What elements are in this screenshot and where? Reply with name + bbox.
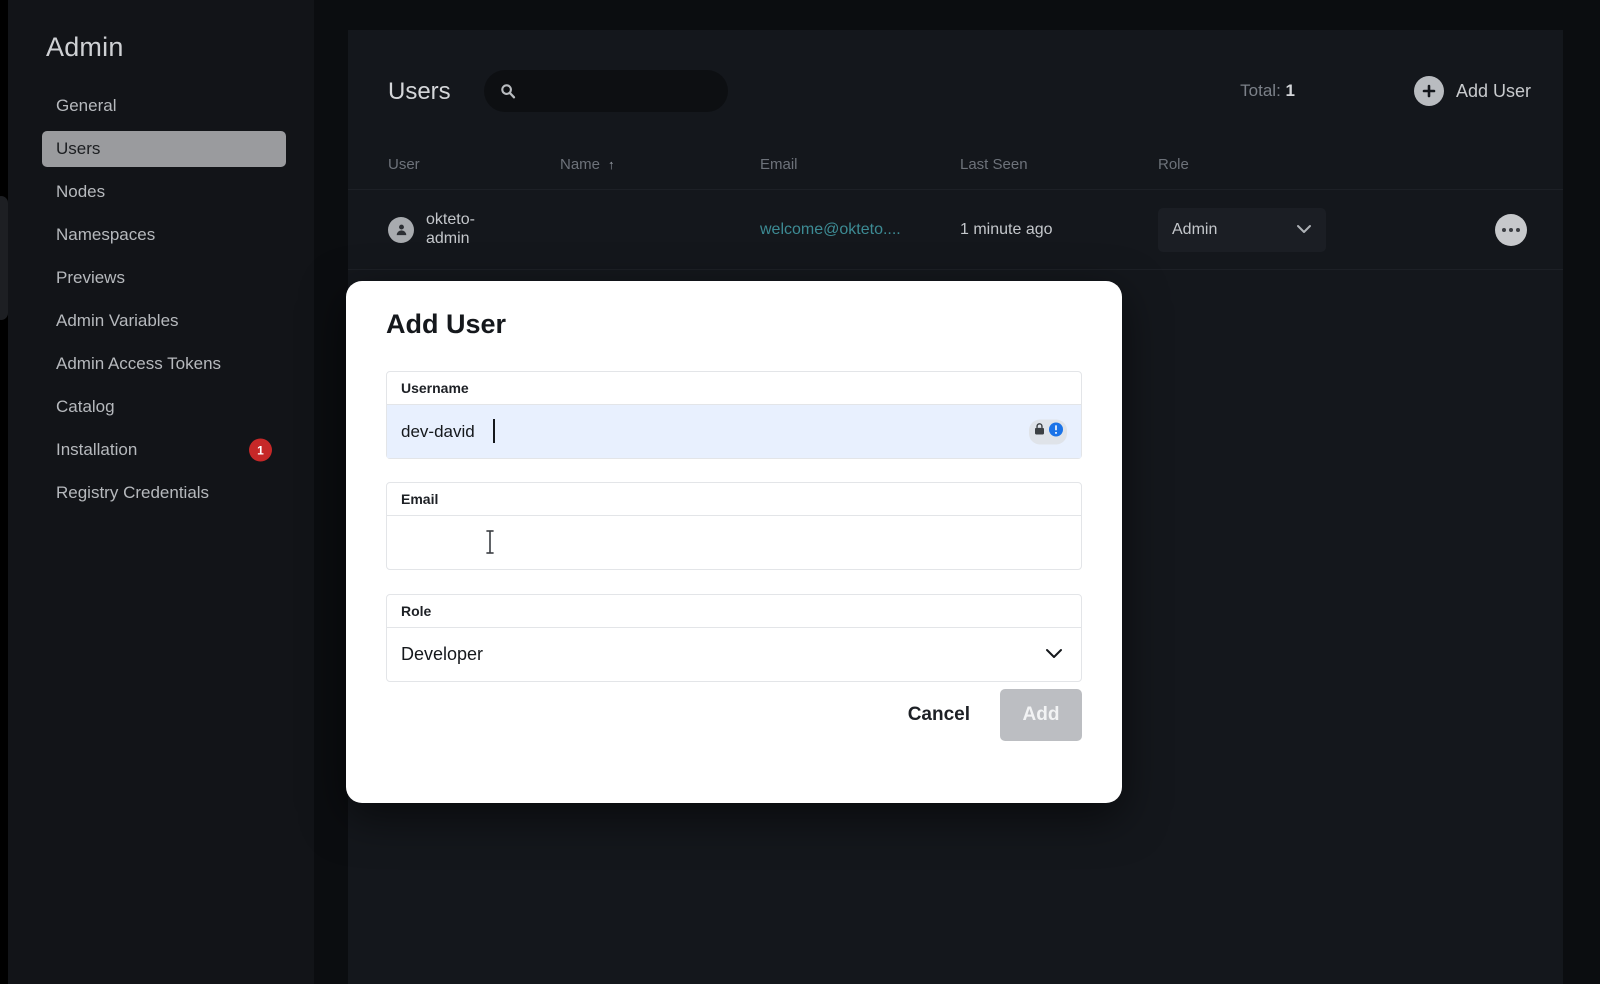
sidebar-item-label: Registry Credentials: [56, 483, 209, 503]
sidebar-item-nodes[interactable]: Nodes: [42, 174, 286, 210]
app-root: Admin General Users Nodes Namespaces Pre…: [0, 0, 1600, 984]
username-input-wrap[interactable]: [387, 405, 1081, 458]
column-header-name-label: Name: [560, 156, 600, 173]
installation-badge: 1: [249, 439, 272, 462]
chevron-down-icon: [1296, 221, 1312, 239]
sidebar-item-admin-variables[interactable]: Admin Variables: [42, 303, 286, 339]
plus-circle-icon: [1414, 76, 1444, 106]
role-select-value: Developer: [387, 644, 1081, 665]
username-input[interactable]: [387, 405, 1081, 458]
ellipsis-dot: [1509, 228, 1513, 232]
username-label: Username: [387, 372, 1081, 405]
text-ibeam-cursor: [483, 527, 497, 557]
column-header-email[interactable]: Email: [760, 156, 798, 173]
info-circle-icon[interactable]: [1048, 421, 1064, 442]
total-count-value: 1: [1286, 81, 1295, 100]
sidebar-nav: General Users Nodes Namespaces Previews …: [42, 88, 286, 518]
left-edge-rail: [0, 0, 8, 984]
ellipsis-dot: [1516, 228, 1520, 232]
role-select-wrap[interactable]: Developer: [387, 628, 1081, 681]
sidebar-item-installation[interactable]: Installation 1: [42, 432, 286, 468]
sidebar-item-label: Catalog: [56, 397, 115, 417]
sidebar-item-catalog[interactable]: Catalog: [42, 389, 286, 425]
sidebar-item-general[interactable]: General: [42, 88, 286, 124]
panel-drag-handle[interactable]: [0, 196, 8, 320]
cancel-button[interactable]: Cancel: [902, 696, 976, 734]
last-seen-value: 1 minute ago: [960, 221, 1053, 238]
ellipsis-icon[interactable]: [1495, 214, 1527, 246]
sidebar-title: Admin: [46, 32, 124, 63]
email-link[interactable]: welcome@okteto....: [760, 221, 901, 238]
last-seen-cell: 1 minute ago: [960, 221, 1053, 239]
user-cell: okteto-admin: [388, 211, 504, 248]
sidebar-item-label: Namespaces: [56, 225, 155, 245]
role-label: Role: [387, 595, 1081, 628]
users-table: User Name ↑ Email Last Seen Role: [348, 140, 1563, 270]
sidebar-item-previews[interactable]: Previews: [42, 260, 286, 296]
user-email-cell[interactable]: welcome@okteto....: [760, 221, 901, 239]
add-user-button[interactable]: Add User: [1414, 76, 1531, 106]
search-icon: [500, 83, 516, 99]
search-box[interactable]: [484, 70, 728, 112]
role-dropdown-value: Admin: [1172, 221, 1217, 239]
email-field-group: Email: [386, 482, 1082, 570]
search-input[interactable]: [524, 83, 723, 100]
role-dropdown[interactable]: Admin: [1158, 208, 1326, 252]
add-button[interactable]: Add: [1000, 689, 1082, 741]
table-row[interactable]: okteto-admin welcome@okteto.... 1 minute…: [348, 190, 1563, 270]
column-header-name[interactable]: Name ↑: [560, 156, 615, 173]
person-icon: [388, 217, 414, 243]
lock-icon[interactable]: [1032, 422, 1047, 442]
column-header-role[interactable]: Role: [1158, 156, 1189, 173]
sidebar-item-namespaces[interactable]: Namespaces: [42, 217, 286, 253]
sidebar-item-label: Users: [56, 139, 100, 159]
arrow-up-icon: ↑: [608, 157, 615, 172]
sidebar-item-registry-credentials[interactable]: Registry Credentials: [42, 475, 286, 511]
sidebar-item-label: Admin Access Tokens: [56, 354, 221, 374]
ellipsis-dot: [1502, 228, 1506, 232]
email-label: Email: [387, 483, 1081, 516]
dialog-title: Add User: [386, 309, 506, 340]
table-header-row: User Name ↑ Email Last Seen Role: [348, 140, 1563, 190]
add-user-label: Add User: [1456, 81, 1531, 102]
email-input-wrap[interactable]: [387, 516, 1081, 569]
add-user-dialog: Add User Username: [346, 281, 1122, 803]
role-cell: Admin: [1158, 208, 1326, 252]
dialog-actions: Cancel Add: [902, 689, 1082, 741]
users-header: Users Total: 1: [348, 30, 1563, 140]
chevron-down-icon[interactable]: [1045, 646, 1063, 664]
password-manager-icons[interactable]: [1029, 419, 1067, 444]
sidebar-item-label: Installation: [56, 440, 137, 460]
page-title: Users: [388, 78, 451, 106]
user-name: okteto-admin: [426, 211, 504, 248]
sidebar-item-label: Nodes: [56, 182, 105, 202]
sidebar-item-label: Admin Variables: [56, 311, 179, 331]
username-field-group: Username: [386, 371, 1082, 459]
sidebar-item-admin-access-tokens[interactable]: Admin Access Tokens: [42, 346, 286, 382]
role-field-group: Role Developer: [386, 594, 1082, 682]
text-caret: [493, 419, 495, 443]
sidebar-item-label: Previews: [56, 268, 125, 288]
row-actions-cell: [1495, 214, 1527, 246]
sidebar-item-users[interactable]: Users: [42, 131, 286, 167]
column-header-user[interactable]: User: [388, 156, 420, 173]
sidebar-item-label: General: [56, 96, 116, 116]
total-count: Total: 1: [1240, 81, 1295, 101]
column-header-last-seen[interactable]: Last Seen: [960, 156, 1028, 173]
total-count-label: Total:: [1240, 81, 1281, 100]
admin-sidebar: Admin General Users Nodes Namespaces Pre…: [8, 0, 314, 984]
